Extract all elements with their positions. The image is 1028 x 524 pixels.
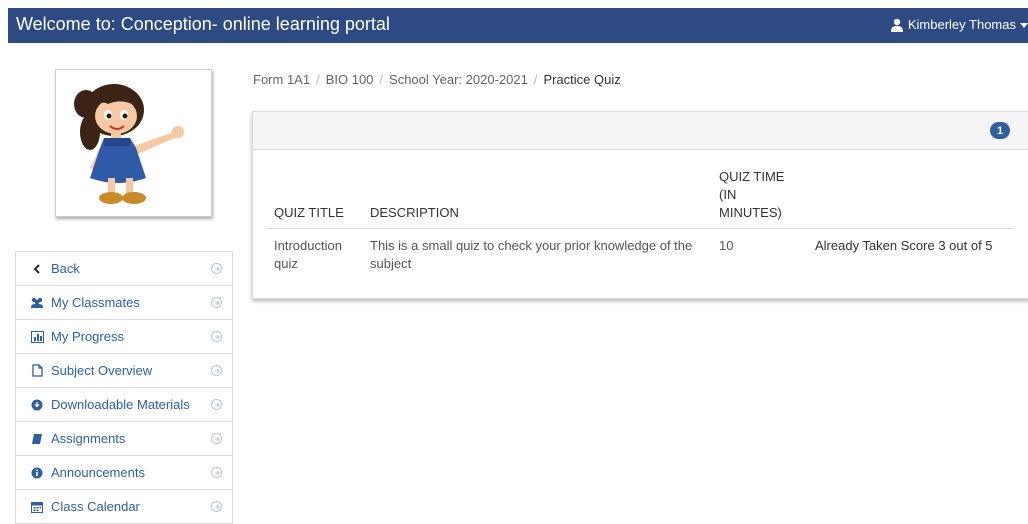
quiz-description-line2: subject	[370, 256, 412, 271]
sidebar-item-my-classmates[interactable]: My Classmates	[16, 286, 232, 320]
quiz-description-line1: This is a small quiz to check your prior…	[370, 238, 693, 253]
user-menu[interactable]: Kimberley Thomas	[890, 17, 1028, 32]
breadcrumb: Form 1A1 / BIO 100 / School Year: 2020-2…	[253, 72, 621, 87]
quiz-table: QUIZ TITLE DESCRIPTION QUIZ TIME (IN MIN…	[266, 168, 1014, 273]
arrow-circle-right-icon	[211, 263, 222, 274]
sidebar-item-downloadable-materials[interactable]: Downloadable Materials	[16, 388, 232, 422]
column-header-status	[807, 168, 1014, 229]
arrow-circle-right-icon	[211, 501, 222, 512]
sidebar-item-label: Back	[51, 261, 80, 276]
sidebar-item-label: Downloadable Materials	[51, 397, 190, 412]
breadcrumb-item-school-year[interactable]: School Year: 2020-2021	[389, 72, 528, 87]
student-avatar-illustration	[74, 84, 184, 204]
sidebar-item-announcements[interactable]: Announcements	[16, 456, 232, 490]
user-name: Kimberley Thomas	[907, 17, 1016, 32]
app-title: Welcome to: Conception- online learning …	[16, 14, 390, 34]
book-icon	[30, 432, 44, 446]
column-header-time-line1: QUIZ TIME (IN	[719, 169, 785, 202]
quiz-status-cell: Already Taken Score 3 out of 5	[815, 238, 993, 253]
sidebar-item-subject-overview[interactable]: Subject Overview	[16, 354, 232, 388]
sidebar-item-assignments[interactable]: Assignments	[16, 422, 232, 456]
table-header-row: QUIZ TITLE DESCRIPTION QUIZ TIME (IN MIN…	[266, 168, 1014, 229]
arrow-circle-right-icon	[211, 365, 222, 376]
quiz-panel: 1 QUIZ TITLE DESCRIPTION QUIZ TIME (IN M…	[252, 111, 1028, 299]
panel-header: 1	[253, 112, 1028, 150]
caret-down-icon	[1020, 21, 1028, 29]
table-row[interactable]: Introduction quiz This is a small quiz t…	[266, 229, 1014, 274]
users-icon	[30, 296, 44, 310]
sidebar-item-class-calendar[interactable]: Class Calendar	[16, 490, 232, 524]
sidebar-item-back[interactable]: Back	[16, 252, 232, 286]
bar-chart-icon	[30, 330, 44, 344]
arrow-circle-right-icon	[211, 297, 222, 308]
download-icon	[30, 398, 44, 412]
count-badge: 1	[990, 122, 1010, 139]
column-header-description: DESCRIPTION	[362, 168, 711, 229]
calendar-icon	[30, 500, 44, 514]
info-icon	[30, 466, 44, 480]
column-header-time: QUIZ TIME (IN MINUTES)	[711, 168, 807, 229]
sidebar-item-label: Class Calendar	[51, 499, 140, 514]
quiz-title-line1: Introduction	[274, 238, 342, 253]
arrow-circle-right-icon	[211, 433, 222, 444]
sidebar-item-label: My Classmates	[51, 295, 140, 310]
arrow-circle-right-icon	[211, 331, 222, 342]
breadcrumb-item-subject[interactable]: BIO 100	[326, 72, 374, 87]
breadcrumb-item-current: Practice Quiz	[543, 72, 621, 87]
breadcrumb-item-form[interactable]: Form 1A1	[253, 72, 310, 87]
chevron-left-icon	[30, 262, 44, 276]
quiz-title-cell: Introduction quiz	[266, 229, 362, 274]
top-navbar: Welcome to: Conception- online learning …	[8, 8, 1028, 43]
sidebar-item-label: Assignments	[51, 431, 126, 446]
user-icon	[890, 18, 904, 32]
breadcrumb-separator: /	[316, 72, 320, 87]
column-header-time-line2: MINUTES)	[719, 205, 782, 220]
sidebar-menu: Back My Classmates My Progress Subject O…	[15, 251, 233, 524]
quiz-description-cell: This is a small quiz to check your prior…	[362, 229, 711, 274]
sidebar-item-my-progress[interactable]: My Progress	[16, 320, 232, 354]
arrow-circle-right-icon	[211, 467, 222, 478]
column-header-title: QUIZ TITLE	[266, 168, 362, 229]
breadcrumb-separator: /	[379, 72, 384, 87]
breadcrumb-separator: /	[533, 72, 538, 87]
quiz-title-line2: quiz	[274, 256, 298, 271]
quiz-time-cell: 10	[719, 238, 734, 253]
arrow-circle-right-icon	[211, 399, 222, 410]
sidebar-item-label: Announcements	[51, 465, 145, 480]
avatar	[55, 69, 212, 217]
sidebar-item-label: Subject Overview	[51, 363, 153, 378]
file-icon	[30, 364, 44, 378]
sidebar-item-label: My Progress	[51, 329, 124, 344]
